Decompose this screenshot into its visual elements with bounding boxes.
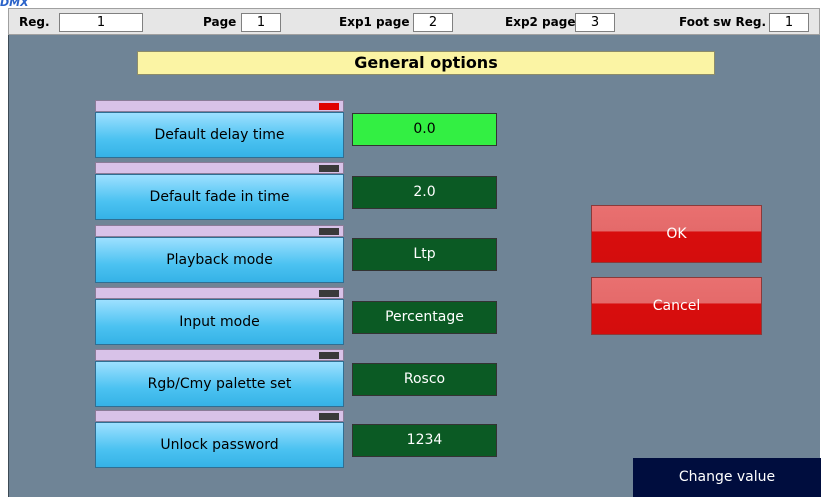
- playback-mode-button[interactable]: Playback mode: [95, 237, 344, 283]
- option-indicator-strip: [95, 225, 344, 237]
- top-status-bar: Reg. 1 Page 1 Exp1 page 2 Exp2 page 3 Fo…: [8, 8, 820, 35]
- option-led-indicator: [319, 352, 339, 359]
- input-mode-value[interactable]: Percentage: [352, 301, 497, 334]
- exp1-page-value: 2: [413, 13, 453, 32]
- app-logo-fragment: DMX: [0, 0, 29, 8]
- default-fade-in-time-value[interactable]: 2.0: [352, 176, 497, 209]
- ok-button[interactable]: OK: [591, 205, 762, 263]
- option-led-indicator: [319, 165, 339, 172]
- option-indicator-strip: [95, 410, 344, 422]
- rgb-cmy-palette-set-value[interactable]: Rosco: [352, 363, 497, 396]
- option-led-indicator: [319, 103, 339, 110]
- option-led-indicator: [319, 290, 339, 297]
- page-label: Page: [203, 15, 237, 29]
- option-indicator-strip: [95, 100, 344, 112]
- foot-sw-reg-value: 1: [769, 13, 809, 32]
- default-delay-time-button[interactable]: Default delay time: [95, 112, 344, 158]
- exp2-page-value: 3: [575, 13, 615, 32]
- option-indicator-strip: [95, 349, 344, 361]
- reg-value: 1: [59, 13, 143, 32]
- status-message: Change value: [633, 458, 821, 497]
- input-mode-button[interactable]: Input mode: [95, 299, 344, 345]
- options-panel: General options Default delay time 0.0 D…: [8, 35, 821, 497]
- option-led-indicator: [319, 228, 339, 235]
- reg-label: Reg.: [19, 15, 50, 29]
- option-led-indicator: [319, 413, 339, 420]
- playback-mode-value[interactable]: Ltp: [352, 238, 497, 271]
- foot-sw-reg-label: Foot sw Reg.: [679, 15, 767, 29]
- default-delay-time-value[interactable]: 0.0: [352, 113, 497, 146]
- rgb-cmy-palette-set-button[interactable]: Rgb/Cmy palette set: [95, 361, 344, 407]
- exp1-page-label: Exp1 page: [339, 15, 410, 29]
- cancel-button[interactable]: Cancel: [591, 277, 762, 335]
- option-indicator-strip: [95, 287, 344, 299]
- unlock-password-button[interactable]: Unlock password: [95, 422, 344, 468]
- option-indicator-strip: [95, 162, 344, 174]
- page-value: 1: [241, 13, 281, 32]
- unlock-password-value[interactable]: 1234: [352, 424, 497, 457]
- default-fade-in-time-button[interactable]: Default fade in time: [95, 174, 344, 220]
- page-title: General options: [137, 51, 715, 75]
- exp2-page-label: Exp2 page: [505, 15, 576, 29]
